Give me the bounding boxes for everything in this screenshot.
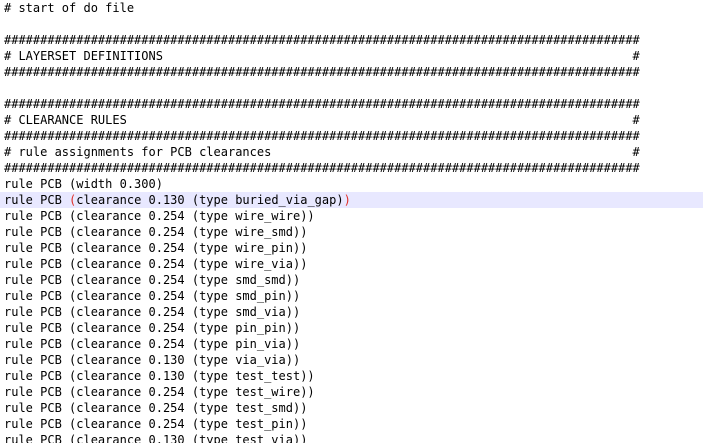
code-line: rule PCB (clearance 0.254 (type pin_pin)… [4,321,301,335]
code-line: ########################################… [4,33,640,47]
code-line: rule PCB (clearance 0.130 (type test_tes… [4,369,315,383]
code-line: ########################################… [4,97,640,111]
code-line: # CLEARANCE RULES # [4,113,640,127]
code-line: ########################################… [4,161,640,175]
matched-close-paren: ) [343,193,351,207]
code-line: rule PCB (clearance 0.254 (type smd_via)… [4,305,301,319]
code-text: clearance 0.130 (type buried_via_gap) [76,193,344,207]
code-line: # rule assignments for PCB clearances # [4,145,640,159]
code-line: rule PCB (clearance 0.254 (type test_wir… [4,385,315,399]
code-line: rule PCB (width 0.300) [4,177,163,191]
code-line: rule PCB (clearance 0.254 (type smd_smd)… [4,273,301,287]
code-line: rule PCB (clearance 0.254 (type test_smd… [4,401,308,415]
code-text: rule PCB [4,193,70,207]
code-line: rule PCB (clearance 0.254 (type test_pin… [4,417,308,431]
text-editor[interactable]: # start of do file #####################… [0,0,703,443]
code-line: rule PCB (clearance 0.254 (type wire_smd… [4,225,308,239]
code-line: rule PCB (clearance 0.254 (type pin_via)… [4,337,301,351]
code-line: rule PCB (clearance 0.254 (type wire_wir… [4,209,315,223]
code-line: # LAYERSET DEFINITIONS # [4,49,640,63]
code-line: rule PCB (clearance 0.254 (type smd_pin)… [4,289,301,303]
code-line: rule PCB (clearance 0.254 (type wire_pin… [4,241,308,255]
code-line: ########################################… [4,65,640,79]
code-line: rule PCB (clearance 0.254 (type wire_via… [4,257,308,271]
code-line: rule PCB (clearance 0.130 (type test_via… [4,433,308,443]
code-line: # start of do file [4,1,135,15]
code-line: rule PCB (clearance 0.130 (type via_via)… [4,353,301,367]
current-code-line: rule PCB (clearance 0.130 (type buried_v… [0,192,703,208]
code-line: ########################################… [4,129,640,143]
